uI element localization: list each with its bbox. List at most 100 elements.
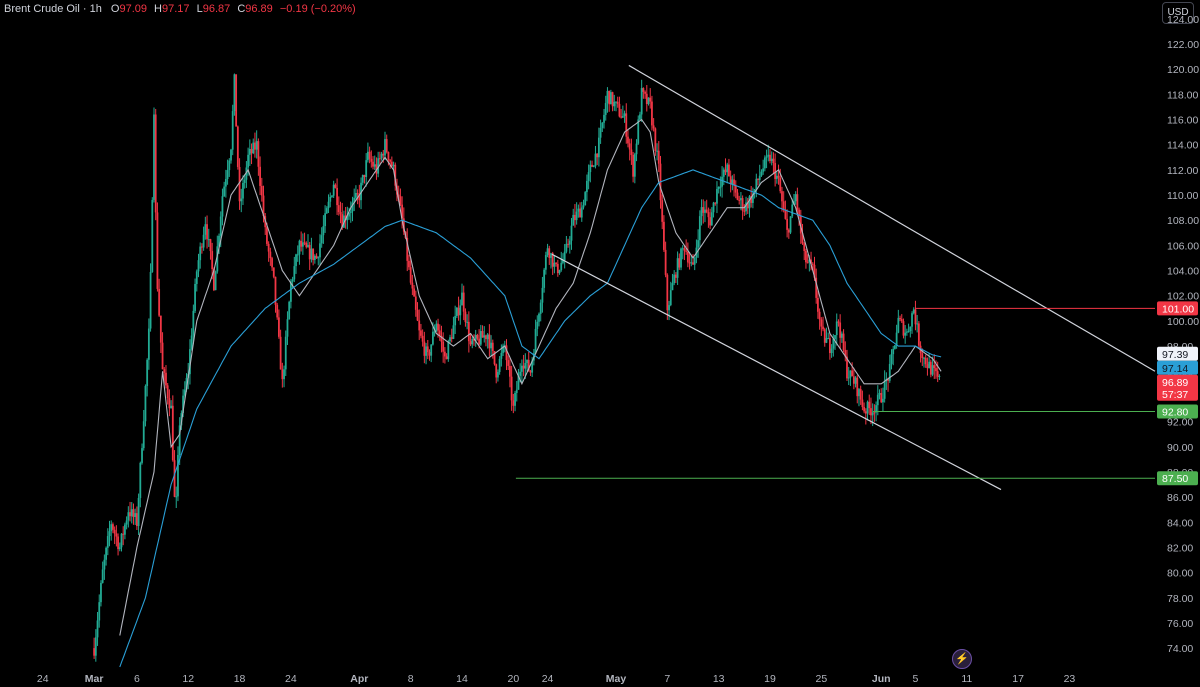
candle-body — [550, 253, 552, 258]
candle-body — [201, 246, 203, 248]
candle-body — [828, 338, 831, 354]
candle-body — [449, 337, 451, 341]
candle-body — [139, 462, 142, 498]
candle-body — [640, 88, 643, 115]
candle-body — [497, 371, 499, 378]
candle-body — [563, 251, 566, 261]
candle-body — [526, 359, 528, 363]
candle-body — [154, 114, 157, 213]
candle-body — [159, 315, 162, 343]
candle-body — [567, 243, 569, 245]
candle-body — [129, 512, 131, 517]
candle-body — [570, 225, 573, 241]
candle-body — [147, 328, 150, 360]
candle-body — [921, 353, 924, 359]
candle-body — [758, 175, 761, 180]
x-tick-label: 23 — [1064, 673, 1076, 685]
candle-body — [895, 332, 898, 346]
candle-body — [100, 582, 102, 603]
candle-body — [243, 179, 246, 183]
candle-body — [240, 198, 243, 202]
candle-body — [320, 235, 323, 244]
candle-body — [774, 163, 777, 179]
candle-body — [743, 210, 746, 212]
candle-body — [130, 509, 133, 517]
candle-body — [485, 335, 487, 340]
candle-body — [488, 334, 491, 349]
y-tick-label: 86.00 — [1167, 492, 1193, 504]
candle-body — [534, 328, 537, 354]
candle-body — [158, 288, 161, 316]
candle-body — [781, 191, 783, 202]
candle-body — [447, 340, 450, 360]
candle-body — [389, 160, 392, 162]
candle-body — [651, 101, 653, 126]
candle-body — [803, 243, 806, 251]
lightning-icon[interactable]: ⚡ — [952, 649, 972, 669]
candle-body — [837, 321, 840, 323]
candle-body — [301, 242, 304, 247]
candle-body — [916, 323, 919, 325]
candle-body — [700, 207, 703, 217]
candle-body — [777, 175, 780, 178]
candle-body — [515, 389, 518, 393]
candle-body — [933, 365, 936, 369]
candle-body — [443, 351, 446, 357]
candle-body — [236, 126, 239, 168]
candle-body — [876, 394, 879, 406]
candle-body — [331, 195, 333, 197]
candle-body — [584, 192, 587, 206]
candle-body — [466, 321, 469, 323]
y-tick-label: 120.00 — [1167, 64, 1199, 76]
candle-body — [98, 602, 101, 621]
candle-body — [283, 369, 285, 380]
candle-body — [312, 248, 315, 261]
candle-body — [476, 334, 479, 339]
candle-body — [755, 178, 758, 190]
candle-body — [127, 512, 130, 521]
candle-body — [654, 128, 657, 152]
price-chart[interactable]: 124.00 122.00 120.00 118.00 116.00 114.00 112.… — [0, 0, 1200, 687]
candle-body — [308, 244, 311, 260]
candle-body — [426, 346, 429, 353]
candle-body — [211, 251, 214, 270]
candle-body — [173, 460, 176, 497]
candle-body — [748, 196, 751, 209]
candle-body — [380, 153, 383, 159]
candle-body — [93, 648, 96, 656]
candle-body — [349, 211, 352, 213]
candle-body — [455, 307, 458, 317]
candle-body — [870, 408, 872, 416]
candle-body — [124, 524, 126, 535]
x-tick-label: 14 — [456, 673, 468, 685]
candle-body — [260, 185, 263, 196]
y-tick-label: 84.00 — [1167, 517, 1193, 529]
candle-body — [235, 74, 238, 127]
candle-body — [278, 317, 280, 337]
candle-body — [202, 234, 205, 248]
candle-body — [698, 216, 701, 241]
candle-body — [461, 292, 463, 306]
candle-body — [787, 229, 790, 233]
candle-body — [591, 164, 593, 167]
x-tick-label: 13 — [713, 673, 725, 685]
candle-body — [794, 194, 797, 202]
candle-body — [295, 254, 297, 267]
candle-body — [784, 209, 787, 219]
candle-body — [365, 160, 368, 178]
candle-body — [871, 412, 874, 416]
candle-body — [96, 620, 99, 638]
candle-body — [866, 401, 869, 414]
candle-body — [632, 154, 635, 177]
candle-body — [387, 152, 390, 161]
candle-body — [692, 262, 694, 265]
candle-body — [825, 338, 828, 343]
y-tick-label: 106.00 — [1167, 240, 1199, 252]
candle-body — [134, 513, 137, 517]
candle-body — [257, 141, 260, 167]
candle-body — [587, 172, 590, 181]
candle-body — [267, 243, 270, 252]
candle-body — [772, 158, 775, 164]
candle-body — [541, 287, 544, 303]
candle-body — [849, 370, 852, 378]
